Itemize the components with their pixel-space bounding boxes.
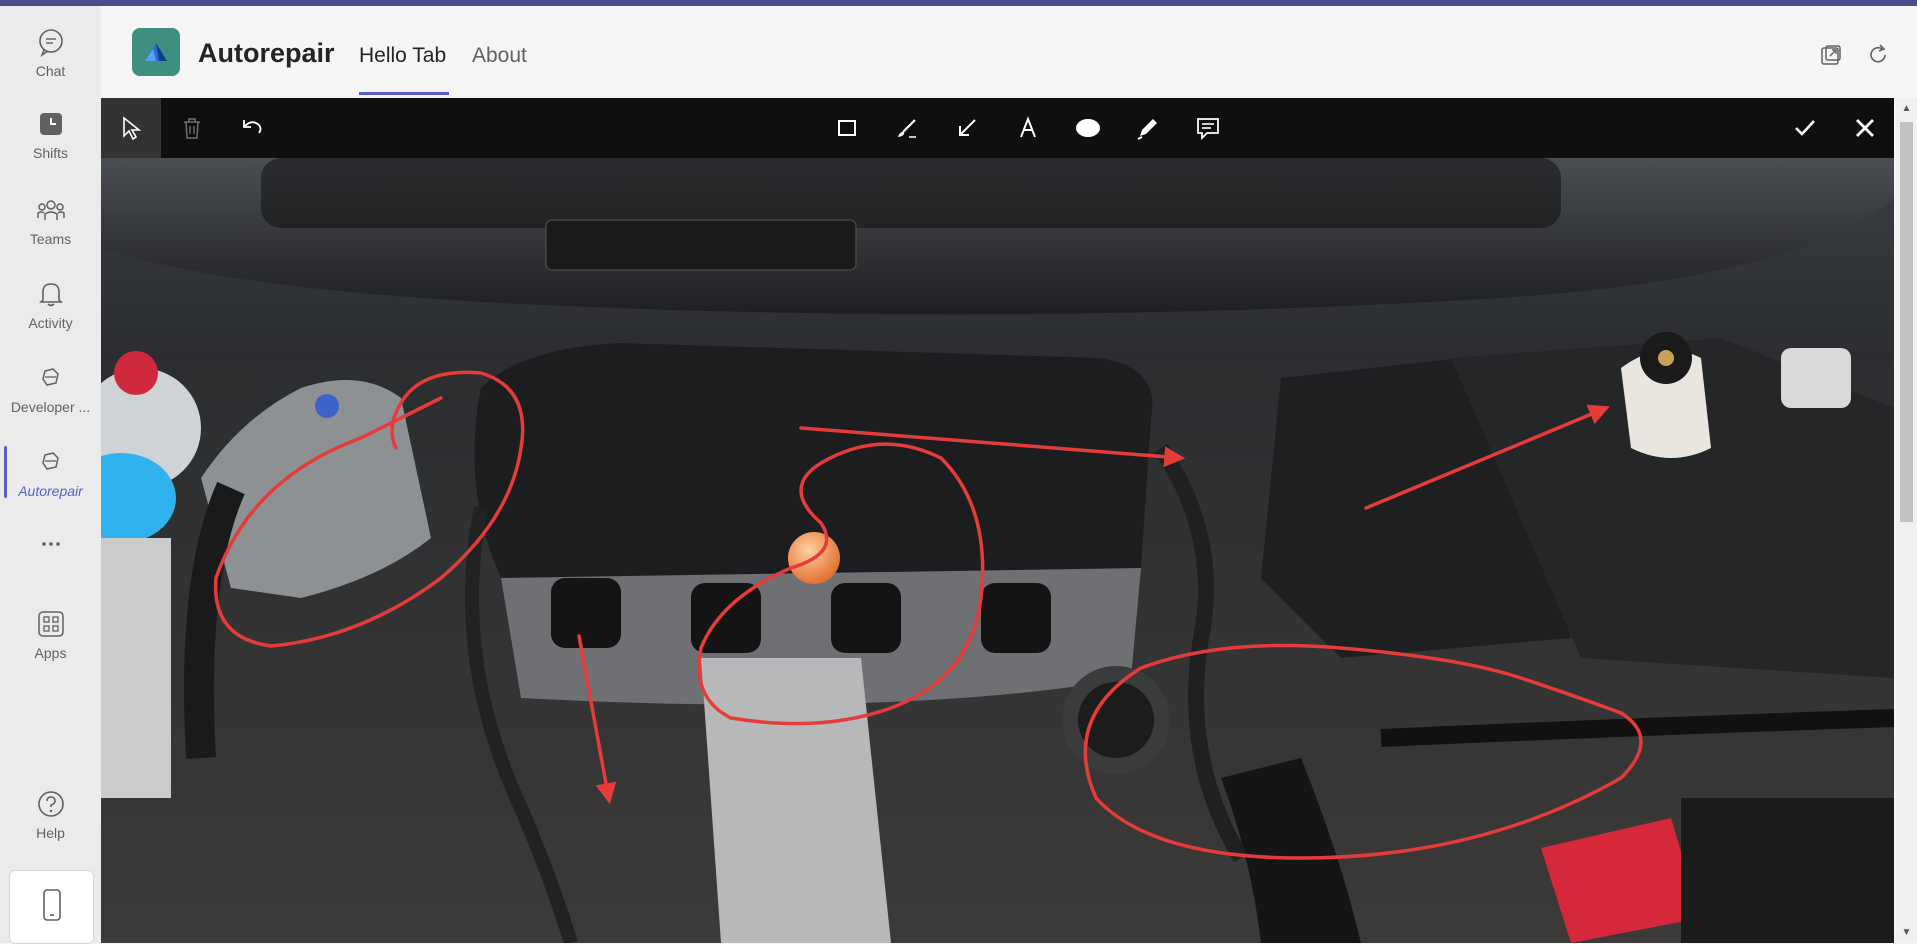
app-rail: Chat Shifts Teams Activity Developer ...… — [0, 6, 101, 944]
scroll-up-arrow-icon[interactable]: ▲ — [1900, 102, 1913, 115]
rail-item-autorepair[interactable]: Autorepair — [0, 436, 101, 508]
engine-bay-photo — [101, 158, 1894, 943]
arrow-tool[interactable] — [945, 106, 989, 150]
rail-item-label: Shifts — [32, 145, 68, 161]
rail-item-label: Teams — [29, 231, 72, 247]
refresh-icon[interactable] — [1865, 42, 1891, 68]
rectangle-icon — [838, 120, 856, 136]
rail-item-teams[interactable]: Teams — [0, 184, 101, 256]
pen-tool[interactable] — [1126, 106, 1170, 150]
rail-item-label: Apps — [34, 645, 67, 661]
autorepair-app-icon — [34, 445, 68, 479]
tab-about[interactable]: About — [472, 44, 527, 68]
undo-icon — [243, 120, 262, 134]
brush-icon — [898, 119, 916, 138]
text-icon — [1020, 116, 1036, 138]
app-logo — [132, 28, 180, 76]
active-tab-indicator — [359, 92, 449, 95]
ellipse-tool[interactable] — [1066, 106, 1110, 150]
help-icon — [34, 787, 68, 821]
mobile-app-button[interactable] — [9, 870, 94, 944]
scroll-down-arrow-icon[interactable]: ▼ — [1900, 926, 1913, 939]
delete-trash-icon — [184, 118, 200, 139]
developer-portal-icon — [34, 361, 68, 395]
apps-grid-icon — [34, 607, 68, 641]
tab-hello[interactable]: Hello Tab — [359, 44, 446, 68]
scroll-thumb[interactable] — [1900, 122, 1913, 522]
rail-item-apps[interactable]: Apps — [0, 598, 101, 670]
rectangle-tool[interactable] — [825, 106, 869, 150]
select-pointer-icon — [123, 116, 142, 141]
text-tool[interactable] — [1006, 106, 1050, 150]
shifts-icon — [34, 107, 68, 141]
delete-tool[interactable] — [170, 106, 214, 150]
app-title: Autorepair — [198, 38, 335, 68]
annotation-toolbar — [101, 98, 1894, 158]
select-tool[interactable] — [101, 98, 161, 158]
undo-tool[interactable] — [230, 106, 274, 150]
rail-item-more[interactable] — [0, 516, 101, 576]
rail-item-shifts[interactable]: Shifts — [0, 98, 101, 170]
phone-icon — [41, 888, 63, 927]
annotation-canvas[interactable] — [101, 98, 1894, 943]
close-icon — [1856, 119, 1874, 137]
chat-icon — [34, 25, 68, 59]
rail-item-label: Activity — [28, 315, 73, 331]
rail-item-label: Help — [36, 825, 65, 841]
rail-item-activity[interactable]: Activity — [0, 268, 101, 340]
confirm-check-icon — [1795, 120, 1815, 136]
close-button[interactable] — [1843, 106, 1887, 150]
rail-item-label: Developer ... — [10, 399, 91, 415]
rail-item-label: Autorepair — [18, 483, 83, 499]
comment-tool[interactable] — [1186, 106, 1230, 150]
comment-icon — [1197, 118, 1219, 141]
more-dots-icon — [34, 527, 68, 561]
pen-icon — [1137, 119, 1157, 140]
vertical-scrollbar[interactable]: ▲ ▼ — [1896, 98, 1917, 943]
confirm-button[interactable] — [1783, 106, 1827, 150]
autorepair-logo-icon — [145, 43, 167, 61]
rail-item-help[interactable]: Help — [0, 778, 101, 850]
bell-icon — [34, 277, 68, 311]
rail-item-developer[interactable]: Developer ... — [0, 352, 101, 424]
ellipse-icon — [1076, 119, 1100, 137]
app-header: Autorepair Hello Tab About — [101, 6, 1917, 98]
rail-item-label: Chat — [35, 63, 66, 79]
arrow-icon — [959, 119, 976, 136]
rail-item-chat[interactable]: Chat — [0, 16, 101, 88]
brush-tool[interactable] — [885, 106, 929, 150]
popout-icon[interactable] — [1818, 42, 1844, 68]
teams-icon — [34, 193, 68, 227]
